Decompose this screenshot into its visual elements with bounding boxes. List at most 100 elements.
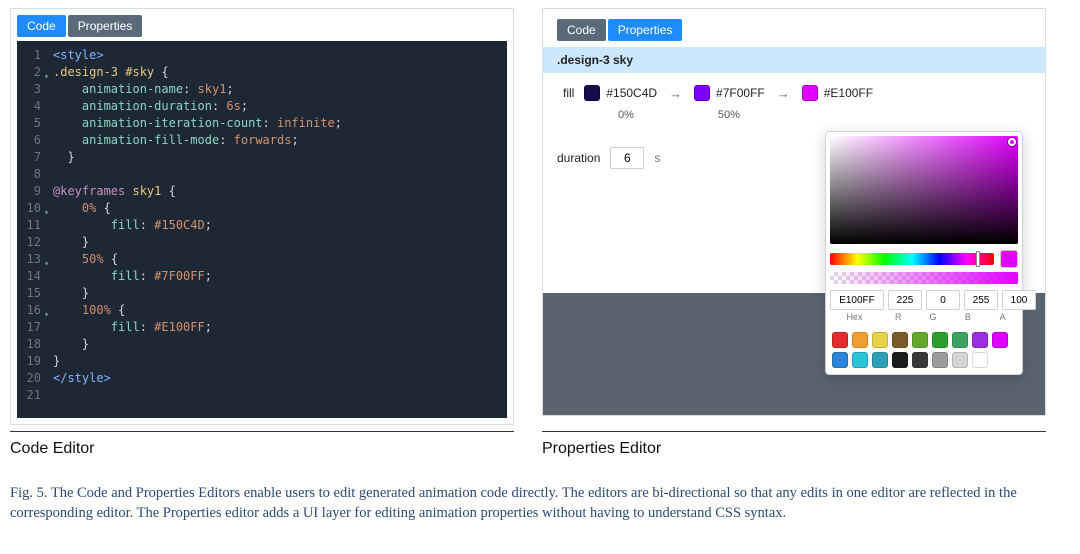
hue-slider[interactable]	[830, 253, 994, 265]
gutter-line-number: 9	[17, 183, 47, 200]
code-text[interactable]: fill: #150C4D;	[47, 217, 212, 234]
code-line[interactable]: 3 animation-name: sky1;	[17, 81, 507, 98]
picker-a-input[interactable]	[1002, 290, 1036, 310]
saturation-area[interactable]	[830, 136, 1018, 244]
code-text[interactable]	[47, 166, 53, 183]
code-text[interactable]	[47, 387, 53, 404]
tab-code[interactable]: Code	[17, 15, 66, 37]
preset-swatch[interactable]	[952, 332, 968, 348]
code-line[interactable]: 20</style>	[17, 370, 507, 387]
code-line[interactable]: 8	[17, 166, 507, 183]
preset-swatch[interactable]	[952, 352, 968, 368]
left-caption: Code Editor	[10, 431, 514, 458]
color-swatch[interactable]	[694, 85, 710, 101]
code-text[interactable]: <style>	[47, 47, 104, 64]
code-line[interactable]: 7 }	[17, 149, 507, 166]
color-stop[interactable]: #E100FF	[802, 85, 873, 101]
code-line[interactable]: 6 animation-fill-mode: forwards;	[17, 132, 507, 149]
preset-swatch[interactable]	[972, 352, 988, 368]
preset-swatch[interactable]	[932, 332, 948, 348]
code-text[interactable]: @keyframes sky1 {	[47, 183, 176, 200]
code-line[interactable]: 9@keyframes sky1 {	[17, 183, 507, 200]
preset-swatch[interactable]	[932, 352, 948, 368]
preset-swatch-row	[830, 330, 1018, 370]
preset-swatch[interactable]	[852, 352, 868, 368]
gutter-line-number: 10▾	[17, 200, 47, 217]
gutter-line-number: 11	[17, 217, 47, 234]
code-text[interactable]: 0% {	[47, 200, 111, 217]
code-line[interactable]: 1<style>	[17, 47, 507, 64]
code-editor-body[interactable]: 1<style>2▾.design-3 #sky {3 animation-na…	[17, 41, 507, 418]
preset-swatch[interactable]	[832, 332, 848, 348]
tab-properties[interactable]: Properties	[608, 19, 683, 41]
code-text[interactable]: animation-fill-mode: forwards;	[47, 132, 299, 149]
code-text[interactable]: animation-iteration-count: infinite;	[47, 115, 342, 132]
gutter-line-number: 5	[17, 115, 47, 132]
picker-hex-input[interactable]	[830, 290, 884, 310]
tab-properties[interactable]: Properties	[68, 15, 143, 37]
code-line[interactable]: 12 }	[17, 234, 507, 251]
arrow-icon: →	[773, 86, 794, 101]
code-line[interactable]: 11 fill: #150C4D;	[17, 217, 507, 234]
code-text[interactable]: fill: #7F00FF;	[47, 268, 212, 285]
code-line[interactable]: 21	[17, 387, 507, 404]
code-text[interactable]: 100% {	[47, 302, 125, 319]
code-text[interactable]: }	[47, 353, 60, 370]
code-line[interactable]: 17 fill: #E100FF;	[17, 319, 507, 336]
code-text[interactable]: animation-name: sky1;	[47, 81, 234, 98]
code-line[interactable]: 10▾ 0% {	[17, 200, 507, 217]
preset-swatch[interactable]	[912, 352, 928, 368]
duration-input[interactable]	[610, 147, 644, 169]
preset-swatch[interactable]	[832, 352, 848, 368]
code-text[interactable]: }	[47, 149, 75, 166]
code-line[interactable]: 5 animation-iteration-count: infinite;	[17, 115, 507, 132]
code-line[interactable]: 19}	[17, 353, 507, 370]
code-text[interactable]: animation-duration: 6s;	[47, 98, 248, 115]
code-line[interactable]: 14 fill: #7F00FF;	[17, 268, 507, 285]
code-line[interactable]: 13▾ 50% {	[17, 251, 507, 268]
preset-swatch[interactable]	[972, 332, 988, 348]
current-color-swatch	[1000, 250, 1018, 268]
preset-swatch[interactable]	[992, 332, 1008, 348]
gutter-line-number: 3	[17, 81, 47, 98]
code-text[interactable]: fill: #E100FF;	[47, 319, 212, 336]
picker-b-label: B	[952, 312, 983, 322]
saturation-handle[interactable]	[1008, 138, 1016, 146]
preset-swatch[interactable]	[912, 332, 928, 348]
hue-handle[interactable]	[976, 251, 980, 267]
picker-r-input[interactable]	[888, 290, 922, 310]
code-text[interactable]: 50% {	[47, 251, 118, 268]
gutter-line-number: 2▾	[17, 64, 47, 81]
code-editor-panel: Code Properties 1<style>2▾.design-3 #sky…	[10, 8, 514, 425]
code-text[interactable]: }	[47, 234, 89, 251]
color-hex-label: #7F00FF	[716, 86, 765, 100]
color-swatch[interactable]	[584, 85, 600, 101]
code-line[interactable]: 18 }	[17, 336, 507, 353]
code-line[interactable]: 2▾.design-3 #sky {	[17, 64, 507, 81]
preset-swatch[interactable]	[852, 332, 868, 348]
code-line[interactable]: 16▾ 100% {	[17, 302, 507, 319]
code-text[interactable]: }	[47, 336, 89, 353]
preset-swatch[interactable]	[892, 352, 908, 368]
picker-b-input[interactable]	[964, 290, 998, 310]
code-text[interactable]: </style>	[47, 370, 111, 387]
color-stop[interactable]: #7F00FF	[694, 85, 765, 101]
gutter-line-number: 21	[17, 387, 47, 404]
code-line[interactable]: 15 }	[17, 285, 507, 302]
code-text[interactable]: }	[47, 285, 89, 302]
color-stop[interactable]: #150C4D	[584, 85, 657, 101]
gutter-line-number: 8	[17, 166, 47, 183]
preset-swatch[interactable]	[892, 332, 908, 348]
alpha-slider[interactable]	[830, 272, 1018, 284]
panels-row: Code Properties 1<style>2▾.design-3 #sky…	[10, 8, 1070, 425]
stop-percent: 0%	[618, 109, 634, 121]
code-text[interactable]: .design-3 #sky {	[47, 64, 169, 81]
preset-swatch[interactable]	[872, 332, 888, 348]
tab-code[interactable]: Code	[557, 19, 606, 41]
picker-g-input[interactable]	[926, 290, 960, 310]
properties-tabbar: Code Properties	[543, 9, 1045, 47]
color-swatch[interactable]	[802, 85, 818, 101]
preset-swatch[interactable]	[872, 352, 888, 368]
code-line[interactable]: 4 animation-duration: 6s;	[17, 98, 507, 115]
stop-percent: 50%	[718, 109, 740, 121]
